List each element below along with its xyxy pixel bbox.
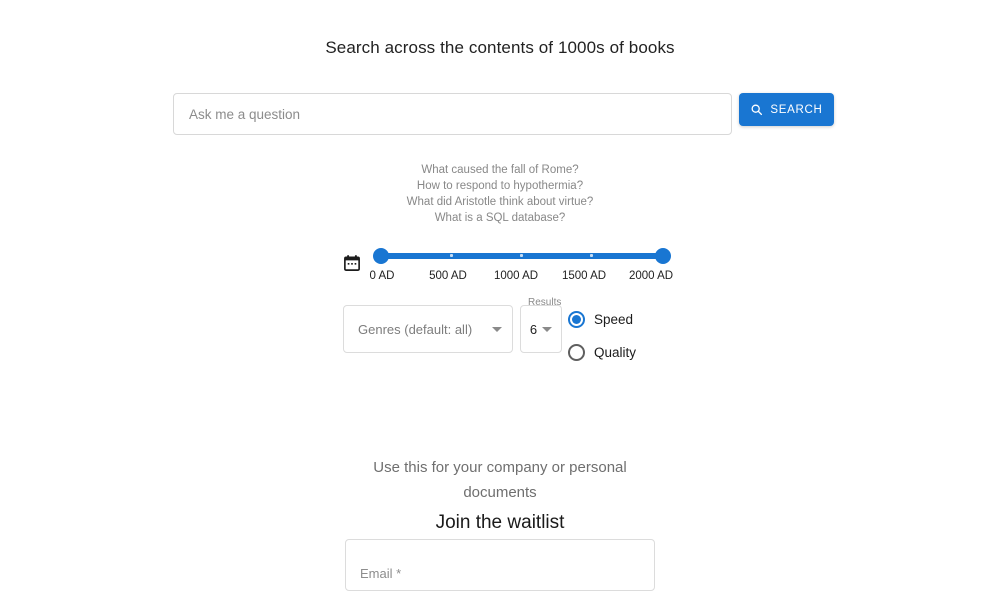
- slider-tick: [450, 254, 453, 257]
- slider-tick-label: 500 AD: [429, 270, 467, 282]
- slider-tick-label: 2000 AD: [629, 270, 673, 282]
- radio-label-quality: Quality: [594, 345, 636, 360]
- slider-tick-label: 0 AD: [370, 270, 395, 282]
- radio-icon-unselected[interactable]: [568, 344, 585, 361]
- calendar-icon: [343, 254, 361, 272]
- example-question[interactable]: What is a SQL database?: [0, 210, 1000, 226]
- example-question[interactable]: How to respond to hypothermia?: [0, 178, 1000, 194]
- search-icon: [750, 103, 763, 116]
- slider-tick: [520, 254, 523, 257]
- slider-thumb-max[interactable]: [655, 248, 671, 264]
- waitlist-section: Use this for your company or personal do…: [0, 455, 1000, 534]
- slider-tick-label: 1500 AD: [562, 270, 606, 282]
- waitlist-title: Join the waitlist: [0, 512, 1000, 534]
- radio-option-quality[interactable]: Quality: [568, 336, 678, 369]
- genres-dropdown-label: Genres (default: all): [358, 322, 492, 337]
- search-button-label: SEARCH: [770, 104, 822, 116]
- results-dropdown[interactable]: 6: [520, 305, 562, 353]
- slider-tick-labels: 0 AD 500 AD 1000 AD 1500 AD 2000 AD: [363, 270, 683, 286]
- search-button[interactable]: SEARCH: [739, 93, 834, 126]
- results-dropdown-value: 6: [530, 322, 537, 337]
- date-range-slider[interactable]: 0 AD 500 AD 1000 AD 1500 AD 2000 AD: [343, 246, 673, 286]
- chevron-down-icon: [542, 327, 552, 332]
- chevron-down-icon: [492, 327, 502, 332]
- radio-label-speed: Speed: [594, 312, 633, 327]
- slider-tick-label: 1000 AD: [494, 270, 538, 282]
- search-bar: SEARCH: [173, 93, 834, 137]
- page-title: Search across the contents of 1000s of b…: [0, 38, 1000, 58]
- waitlist-subtitle: Use this for your company or personal do…: [350, 455, 650, 505]
- mode-radio-group: Speed Quality: [568, 303, 678, 369]
- radio-option-speed[interactable]: Speed: [568, 303, 678, 336]
- search-filters: Genres (default: all) Results 6 Speed Qu…: [343, 296, 673, 358]
- genres-dropdown[interactable]: Genres (default: all): [343, 305, 513, 353]
- example-question[interactable]: What caused the fall of Rome?: [0, 162, 1000, 178]
- slider-track[interactable]: [381, 246, 663, 266]
- email-input[interactable]: [345, 539, 655, 591]
- example-question[interactable]: What did Aristotle think about virtue?: [0, 194, 1000, 210]
- search-input[interactable]: [173, 93, 732, 135]
- slider-tick: [590, 254, 593, 257]
- radio-icon-selected[interactable]: [568, 311, 585, 328]
- example-questions: What caused the fall of Rome? How to res…: [0, 162, 1000, 226]
- slider-thumb-min[interactable]: [373, 248, 389, 264]
